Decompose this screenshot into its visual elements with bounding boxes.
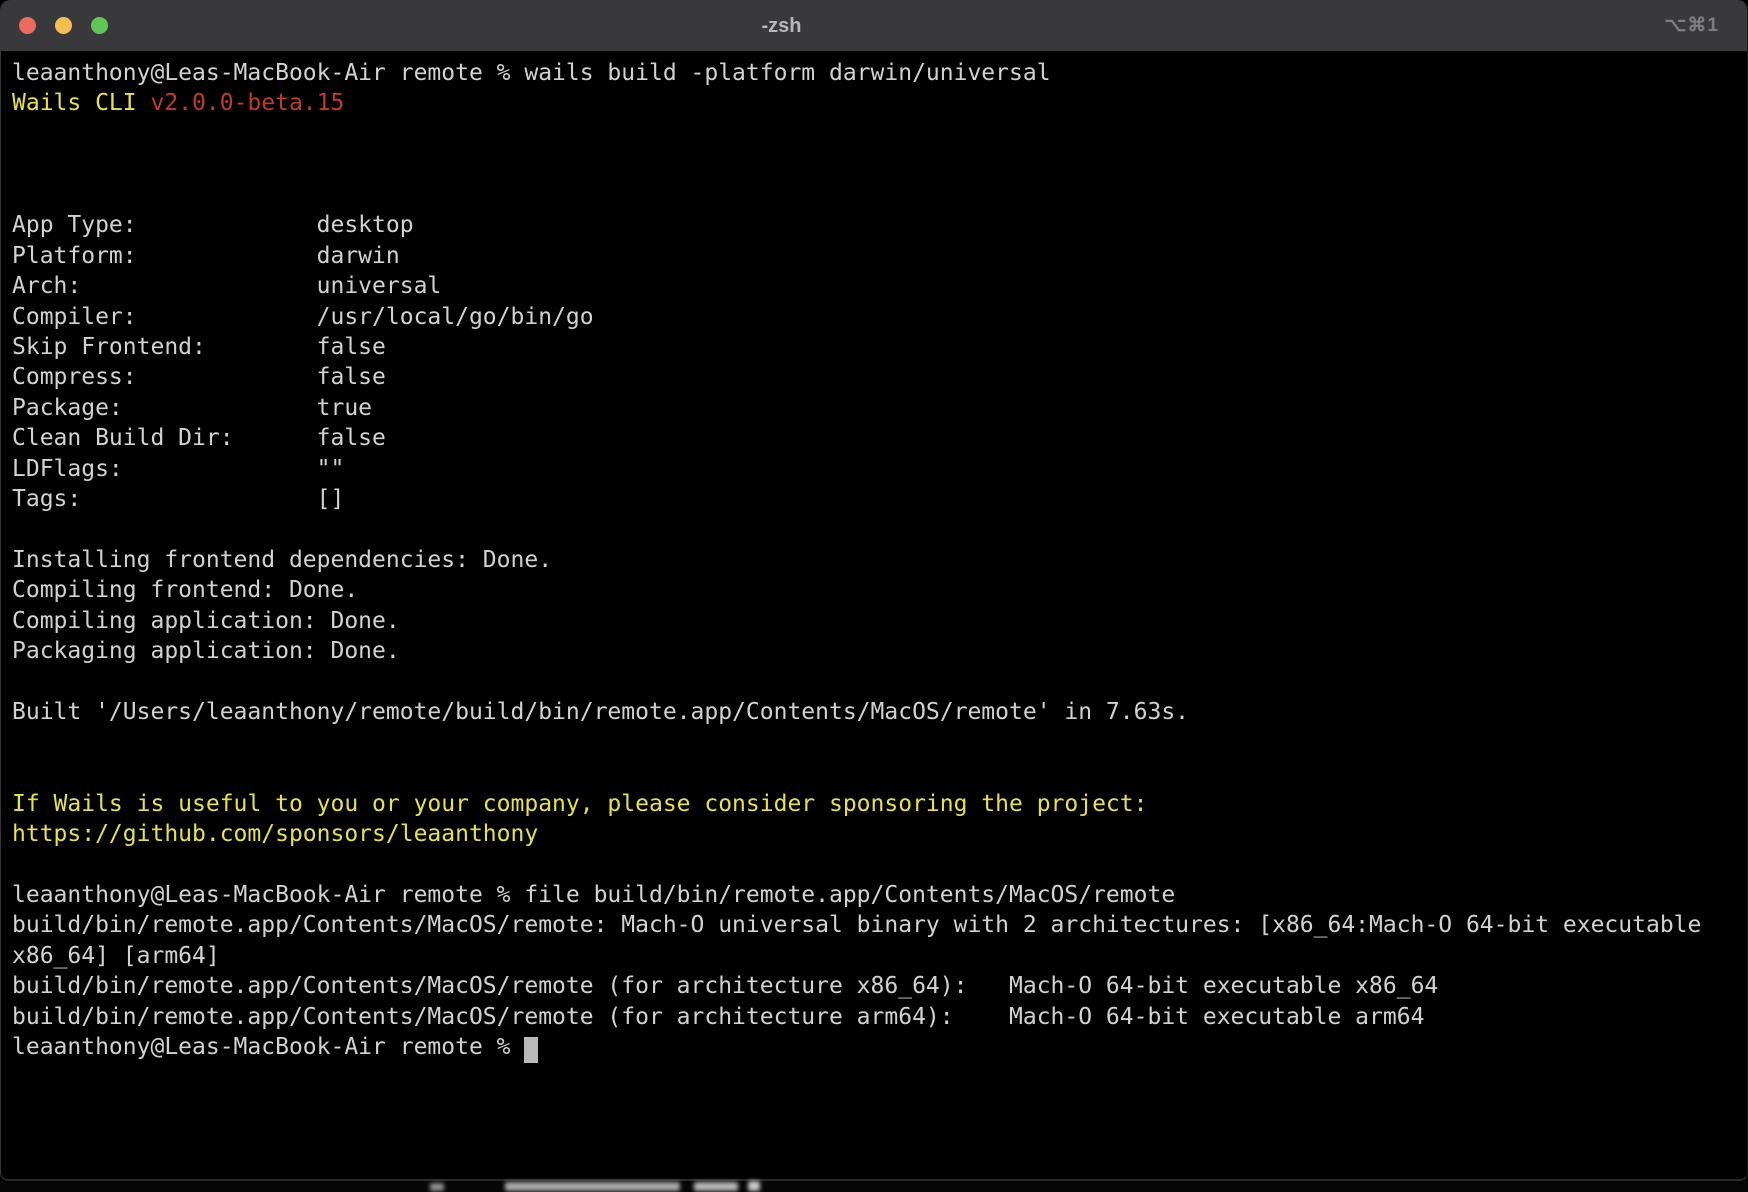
terminal-line: x86_64] [arm64] bbox=[12, 941, 1743, 971]
minimize-button[interactable] bbox=[55, 17, 72, 34]
traffic-lights bbox=[19, 17, 108, 34]
terminal-line bbox=[12, 515, 1743, 545]
terminal-text-segment: leaanthony@Leas-MacBook-Air remote % bbox=[12, 1034, 524, 1060]
titlebar[interactable]: -zsh ⌥⌘1 bbox=[1, 0, 1747, 52]
terminal-line: App Type: desktop bbox=[12, 210, 1743, 240]
terminal-text-segment: Arch: universal bbox=[12, 273, 441, 299]
terminal-line: Tags: [] bbox=[12, 484, 1743, 514]
terminal-cursor bbox=[524, 1037, 538, 1063]
terminal-line: Built '/Users/leaanthony/remote/build/bi… bbox=[12, 697, 1743, 727]
window-title: -zsh bbox=[761, 0, 801, 52]
terminal-text-segment: Clean Build Dir: false bbox=[12, 425, 386, 451]
close-button[interactable] bbox=[19, 17, 36, 34]
terminal-line bbox=[12, 758, 1743, 788]
terminal-line: Compiling frontend: Done. bbox=[12, 575, 1743, 605]
terminal-text-segment: If Wails is useful to you or your compan… bbox=[12, 791, 1147, 817]
terminal-text-segment: Compiling frontend: Done. bbox=[12, 577, 358, 603]
terminal-line bbox=[12, 849, 1743, 879]
terminal-text-segment: x86_64] [arm64] bbox=[12, 943, 220, 969]
terminal-line: Installing frontend dependencies: Done. bbox=[12, 545, 1743, 575]
terminal-text-segment: Package: true bbox=[12, 395, 372, 421]
terminal-text-segment: leaanthony@Leas-MacBook-Air remote % fil… bbox=[12, 882, 1175, 908]
terminal-line: Platform: darwin bbox=[12, 241, 1743, 271]
terminal-text-segment: Compiling application: Done. bbox=[12, 608, 400, 634]
terminal-line: leaanthony@Leas-MacBook-Air remote % fil… bbox=[12, 880, 1743, 910]
terminal-text-segment: build/bin/remote.app/Contents/MacOS/remo… bbox=[12, 973, 1438, 999]
terminal-line: leaanthony@Leas-MacBook-Air remote % bbox=[12, 1032, 1743, 1062]
terminal-text-segment: Compress: false bbox=[12, 364, 386, 390]
terminal-text-segment: build/bin/remote.app/Contents/MacOS/remo… bbox=[12, 912, 1701, 938]
terminal-text-segment: build/bin/remote.app/Contents/MacOS/remo… bbox=[12, 1004, 1424, 1030]
zoom-button[interactable] bbox=[91, 17, 108, 34]
terminal-line bbox=[12, 149, 1743, 179]
terminal-line bbox=[12, 180, 1743, 210]
terminal-output[interactable]: leaanthony@Leas-MacBook-Air remote % wai… bbox=[1, 52, 1747, 1062]
terminal-text-segment: Packaging application: Done. bbox=[12, 638, 400, 664]
blurred-background-fragment bbox=[430, 1183, 444, 1191]
terminal-line: build/bin/remote.app/Contents/MacOS/remo… bbox=[12, 1002, 1743, 1032]
terminal-line: https://github.com/sponsors/leaanthony bbox=[12, 819, 1743, 849]
terminal-text-segment: Wails CLI bbox=[12, 90, 150, 116]
terminal-line: build/bin/remote.app/Contents/MacOS/remo… bbox=[12, 910, 1743, 940]
terminal-line bbox=[12, 667, 1743, 697]
terminal-text-segment: v2.0.0-beta.15 bbox=[150, 90, 344, 116]
terminal-line: Skip Frontend: false bbox=[12, 332, 1743, 362]
blurred-background-fragment bbox=[694, 1182, 738, 1191]
terminal-text-segment: Compiler: /usr/local/go/bin/go bbox=[12, 304, 594, 330]
terminal-line: Compress: false bbox=[12, 362, 1743, 392]
terminal-line: Clean Build Dir: false bbox=[12, 423, 1743, 453]
terminal-text-segment: https://github.com/sponsors/leaanthony bbox=[12, 821, 538, 847]
terminal-text-segment: Built '/Users/leaanthony/remote/build/bi… bbox=[12, 699, 1189, 725]
terminal-line bbox=[12, 119, 1743, 149]
terminal-text-segment: Installing frontend dependencies: Done. bbox=[12, 547, 552, 573]
terminal-line bbox=[12, 728, 1743, 758]
background-window-strip bbox=[0, 1181, 1748, 1192]
terminal-text-segment: Platform: darwin bbox=[12, 243, 400, 269]
blurred-background-fragment bbox=[505, 1182, 680, 1191]
terminal-text-segment: Skip Frontend: false bbox=[12, 334, 386, 360]
terminal-line: build/bin/remote.app/Contents/MacOS/remo… bbox=[12, 971, 1743, 1001]
terminal-text-segment: Tags: [] bbox=[12, 486, 344, 512]
terminal-window: -zsh ⌥⌘1 leaanthony@Leas-MacBook-Air rem… bbox=[0, 0, 1748, 1181]
terminal-line: Compiler: /usr/local/go/bin/go bbox=[12, 302, 1743, 332]
terminal-text-segment: App Type: desktop bbox=[12, 212, 414, 238]
terminal-line: leaanthony@Leas-MacBook-Air remote % wai… bbox=[12, 58, 1743, 88]
terminal-line: LDFlags: "" bbox=[12, 454, 1743, 484]
terminal-line: Wails CLI v2.0.0-beta.15 bbox=[12, 88, 1743, 118]
terminal-text-segment: LDFlags: "" bbox=[12, 456, 344, 482]
terminal-line: Arch: universal bbox=[12, 271, 1743, 301]
terminal-line: Compiling application: Done. bbox=[12, 606, 1743, 636]
terminal-line: Package: true bbox=[12, 393, 1743, 423]
blurred-background-fragment bbox=[748, 1181, 760, 1191]
terminal-text-segment: leaanthony@Leas-MacBook-Air remote % wai… bbox=[12, 60, 1051, 86]
tab-shortcut-badge: ⌥⌘1 bbox=[1665, 0, 1719, 52]
terminal-line: Packaging application: Done. bbox=[12, 636, 1743, 666]
terminal-line: If Wails is useful to you or your compan… bbox=[12, 789, 1743, 819]
